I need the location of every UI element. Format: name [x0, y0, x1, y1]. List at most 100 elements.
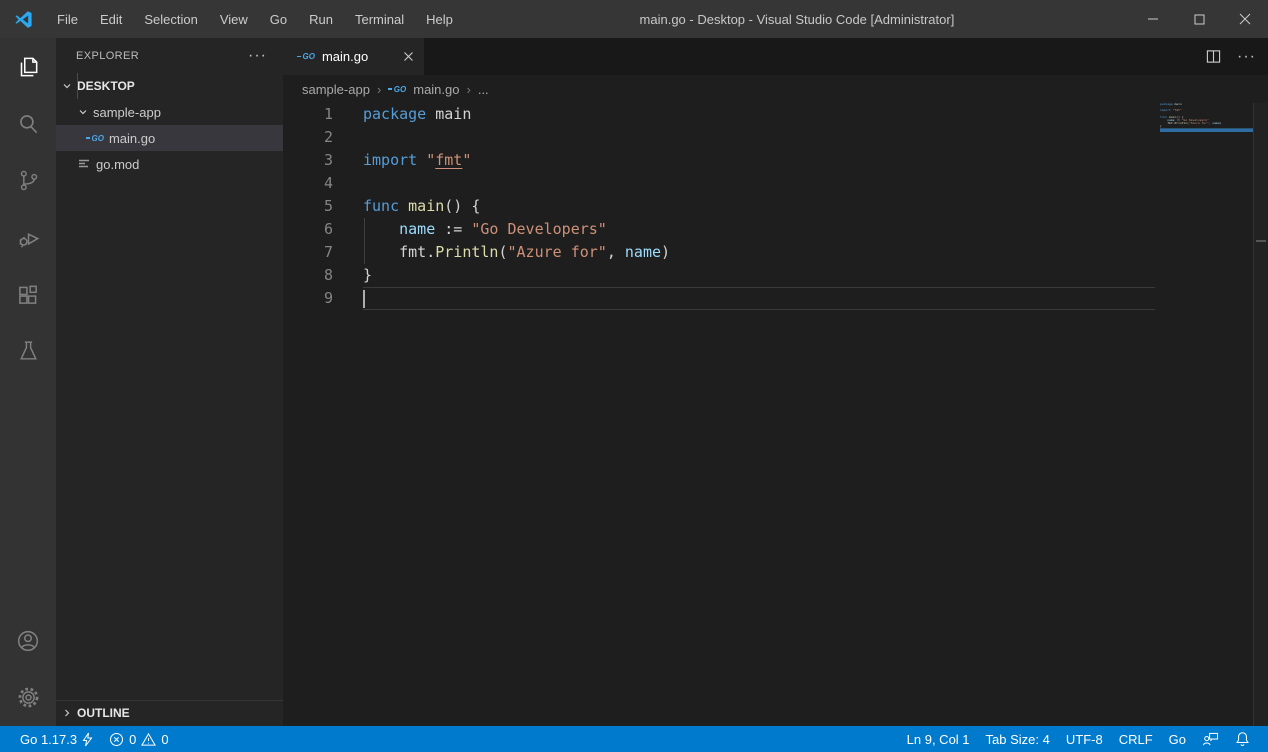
encoding-status[interactable]: UTF-8: [1058, 726, 1111, 752]
error-count: 0: [129, 732, 136, 747]
go-file-icon: GO: [297, 52, 315, 61]
explorer-more-actions-icon[interactable]: ···: [248, 51, 267, 61]
vscode-logo-icon: [0, 0, 46, 38]
close-button[interactable]: [1222, 0, 1268, 38]
code-line[interactable]: 9: [283, 287, 1268, 310]
status-left: Go 1.17.3 0 0: [12, 726, 177, 752]
run-and-debug-icon[interactable]: [0, 209, 56, 266]
go-file-icon: GO: [388, 85, 406, 94]
text-cursor: [363, 290, 365, 308]
code-text: name := "Go Developers": [363, 218, 1155, 241]
menu-help[interactable]: Help: [415, 0, 464, 38]
menu-selection[interactable]: Selection: [133, 0, 208, 38]
tab-main-go[interactable]: GO main.go: [283, 38, 424, 75]
tree-item-go-mod[interactable]: go.mod: [56, 151, 283, 177]
more-actions-icon[interactable]: ···: [1237, 52, 1256, 62]
tree-root-label: DESKTOP: [77, 79, 135, 93]
maximize-button[interactable]: [1176, 0, 1222, 38]
menu-terminal[interactable]: Terminal: [344, 0, 415, 38]
code-line[interactable]: 8}: [283, 264, 1268, 287]
menu-edit[interactable]: Edit: [89, 0, 133, 38]
code-line[interactable]: 6 name := "Go Developers": [283, 218, 1268, 241]
activity-bar: [0, 38, 56, 726]
code-line[interactable]: 7 fmt.Println("Azure for", name): [283, 241, 1268, 264]
line-number: 4: [283, 172, 333, 195]
extensions-icon[interactable]: [0, 266, 56, 323]
chevron-down-icon: [78, 107, 88, 117]
code-text: [363, 287, 1155, 310]
chevron-separator-icon: ›: [377, 82, 381, 97]
breadcrumb-file[interactable]: main.go: [413, 82, 459, 97]
minimap[interactable]: package mainimport "fmt"func main() { na…: [1160, 103, 1253, 132]
search-icon[interactable]: [0, 95, 56, 152]
folder-label: sample-app: [93, 105, 161, 120]
title-bar: File Edit Selection View Go Run Terminal…: [0, 0, 1268, 38]
code-text: [363, 172, 1155, 195]
tree-root-desktop[interactable]: DESKTOP: [56, 73, 283, 99]
code-text: [363, 126, 1155, 149]
source-control-icon[interactable]: [0, 152, 56, 209]
problems-status[interactable]: 0 0: [101, 726, 176, 752]
status-bar: Go 1.17.3 0 0 Ln 9, Col 1 Tab Size: 4 UT…: [0, 726, 1268, 752]
feedback-icon[interactable]: [1194, 726, 1227, 752]
code-text: func main() {: [363, 195, 1155, 218]
file-label: main.go: [109, 131, 155, 146]
indent-guide: [77, 73, 78, 99]
lightning-icon: [82, 732, 93, 747]
tab-bar: GO main.go ···: [283, 38, 1268, 75]
language-mode-status[interactable]: Go: [1161, 726, 1194, 752]
testing-icon[interactable]: [0, 323, 56, 380]
code-line[interactable]: 2: [283, 126, 1268, 149]
tab-size-status[interactable]: Tab Size: 4: [978, 726, 1058, 752]
chevron-right-icon: [62, 708, 72, 718]
explorer-sidebar: EXPLORER ··· DESKTOP sample-app GO main.…: [56, 38, 283, 726]
code-editor[interactable]: 1package main23 import "fmt" 45func main()…: [283, 103, 1268, 726]
window-controls: [1130, 0, 1268, 38]
tree-item-main-go[interactable]: GO main.go: [56, 125, 283, 151]
go-version-status[interactable]: Go 1.17.3: [12, 726, 101, 752]
mod-file-icon: [78, 158, 91, 170]
settings-gear-icon[interactable]: [0, 669, 56, 726]
go-file-icon: GO: [86, 134, 104, 143]
line-number: 9: [283, 287, 333, 310]
minimap-line: [1160, 129, 1253, 132]
notifications-bell-icon[interactable]: [1227, 726, 1258, 752]
tab-label: main.go: [322, 49, 396, 64]
line-number: 8: [283, 264, 333, 287]
code-text: import "fmt": [363, 149, 1155, 172]
code-line[interactable]: 1package main: [283, 103, 1268, 126]
tree-item-sample-app[interactable]: sample-app: [56, 99, 283, 125]
breadcrumb: sample-app › GO main.go › ...: [283, 75, 1268, 103]
line-number: 7: [283, 241, 333, 264]
minimize-button[interactable]: [1130, 0, 1176, 38]
tab-close-icon[interactable]: [403, 51, 414, 62]
code-line[interactable]: 4: [283, 172, 1268, 195]
error-icon: [109, 732, 124, 747]
menu-go[interactable]: Go: [259, 0, 298, 38]
code-line[interactable]: 3 import "fmt": [283, 149, 1268, 172]
overview-cursor-marker: [1256, 240, 1266, 242]
go-version-label: Go 1.17.3: [20, 732, 77, 747]
outline-section[interactable]: OUTLINE: [56, 700, 283, 724]
accounts-icon[interactable]: [0, 612, 56, 669]
warning-count: 0: [161, 732, 168, 747]
split-editor-icon[interactable]: [1206, 49, 1221, 64]
menu-run[interactable]: Run: [298, 0, 344, 38]
line-number: 2: [283, 126, 333, 149]
cursor-position-status[interactable]: Ln 9, Col 1: [899, 726, 978, 752]
eol-status[interactable]: CRLF: [1111, 726, 1161, 752]
window-title: main.go - Desktop - Visual Studio Code […: [464, 0, 1130, 38]
code-line[interactable]: 5func main() {: [283, 195, 1268, 218]
breadcrumb-symbol[interactable]: ...: [478, 82, 489, 97]
menu-view[interactable]: View: [209, 0, 259, 38]
file-label: go.mod: [96, 157, 139, 172]
overview-ruler[interactable]: [1253, 103, 1268, 726]
explorer-title: EXPLORER: [76, 50, 248, 62]
explorer-icon[interactable]: [0, 38, 56, 95]
vscode-window: File Edit Selection View Go Run Terminal…: [0, 0, 1268, 752]
breadcrumb-folder[interactable]: sample-app: [302, 82, 370, 97]
line-number: 3: [283, 149, 333, 172]
explorer-header: EXPLORER ···: [56, 38, 283, 73]
line-number: 6: [283, 218, 333, 241]
menu-file[interactable]: File: [46, 0, 89, 38]
